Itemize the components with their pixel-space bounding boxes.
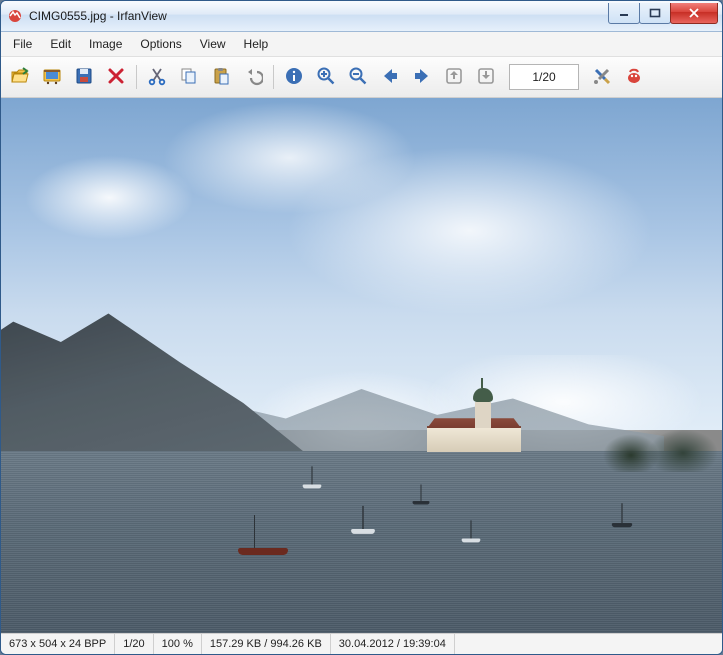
status-spacer xyxy=(455,634,722,654)
zoom-out-icon xyxy=(348,66,368,89)
index-field[interactable] xyxy=(509,64,579,90)
info-button[interactable] xyxy=(279,62,309,92)
separator xyxy=(136,65,137,89)
menu-options[interactable]: Options xyxy=(132,35,189,53)
status-index: 1/20 xyxy=(115,634,153,654)
zoom-in-icon xyxy=(316,66,336,89)
paste-button[interactable] xyxy=(206,62,236,92)
image-viewport[interactable] xyxy=(1,98,722,633)
open-icon xyxy=(10,66,30,89)
menu-view[interactable]: View xyxy=(192,35,234,53)
copy-icon xyxy=(179,66,199,89)
menu-edit[interactable]: Edit xyxy=(42,35,79,53)
window-title: CIMG0555.jpg - IrfanView xyxy=(29,9,609,23)
first-icon xyxy=(444,66,464,89)
cut-icon xyxy=(147,66,167,89)
undo-button[interactable] xyxy=(238,62,268,92)
window-controls xyxy=(609,3,718,23)
separator xyxy=(273,65,274,89)
about-button[interactable] xyxy=(619,62,649,92)
toolbar xyxy=(1,57,722,98)
maximize-button[interactable] xyxy=(639,3,671,24)
slideshow-icon xyxy=(42,66,62,89)
next-icon xyxy=(412,66,432,89)
displayed-image xyxy=(1,98,722,633)
delete-button[interactable] xyxy=(101,62,131,92)
save-icon xyxy=(74,66,94,89)
about-icon xyxy=(624,66,644,89)
info-icon xyxy=(284,66,304,89)
settings-button[interactable] xyxy=(587,62,617,92)
close-button[interactable] xyxy=(670,3,718,24)
status-bar: 673 x 504 x 24 BPP 1/20 100 % 157.29 KB … xyxy=(1,633,722,654)
menu-help[interactable]: Help xyxy=(236,35,277,53)
zoom-in-button[interactable] xyxy=(311,62,341,92)
minimize-button[interactable] xyxy=(608,3,640,24)
app-icon xyxy=(7,8,23,24)
menu-bar: File Edit Image Options View Help xyxy=(1,32,722,57)
save-button[interactable] xyxy=(69,62,99,92)
status-zoom: 100 % xyxy=(154,634,202,654)
title-bar[interactable]: CIMG0555.jpg - IrfanView xyxy=(1,1,722,32)
open-button[interactable] xyxy=(5,62,35,92)
cut-button[interactable] xyxy=(142,62,172,92)
menu-image[interactable]: Image xyxy=(81,35,130,53)
delete-icon xyxy=(106,66,126,89)
prev-icon xyxy=(380,66,400,89)
app-window: CIMG0555.jpg - IrfanView File Edit Image… xyxy=(0,0,723,655)
settings-icon xyxy=(592,66,612,89)
last-button[interactable] xyxy=(471,62,501,92)
next-button[interactable] xyxy=(407,62,437,92)
status-filesize: 157.29 KB / 994.26 KB xyxy=(202,634,331,654)
slideshow-button[interactable] xyxy=(37,62,67,92)
paste-icon xyxy=(211,66,231,89)
zoom-out-button[interactable] xyxy=(343,62,373,92)
undo-icon xyxy=(243,66,263,89)
menu-file[interactable]: File xyxy=(5,35,40,53)
prev-button[interactable] xyxy=(375,62,405,92)
status-datetime: 30.04.2012 / 19:39:04 xyxy=(331,634,455,654)
first-button[interactable] xyxy=(439,62,469,92)
copy-button[interactable] xyxy=(174,62,204,92)
status-dimensions: 673 x 504 x 24 BPP xyxy=(1,634,115,654)
last-icon xyxy=(476,66,496,89)
